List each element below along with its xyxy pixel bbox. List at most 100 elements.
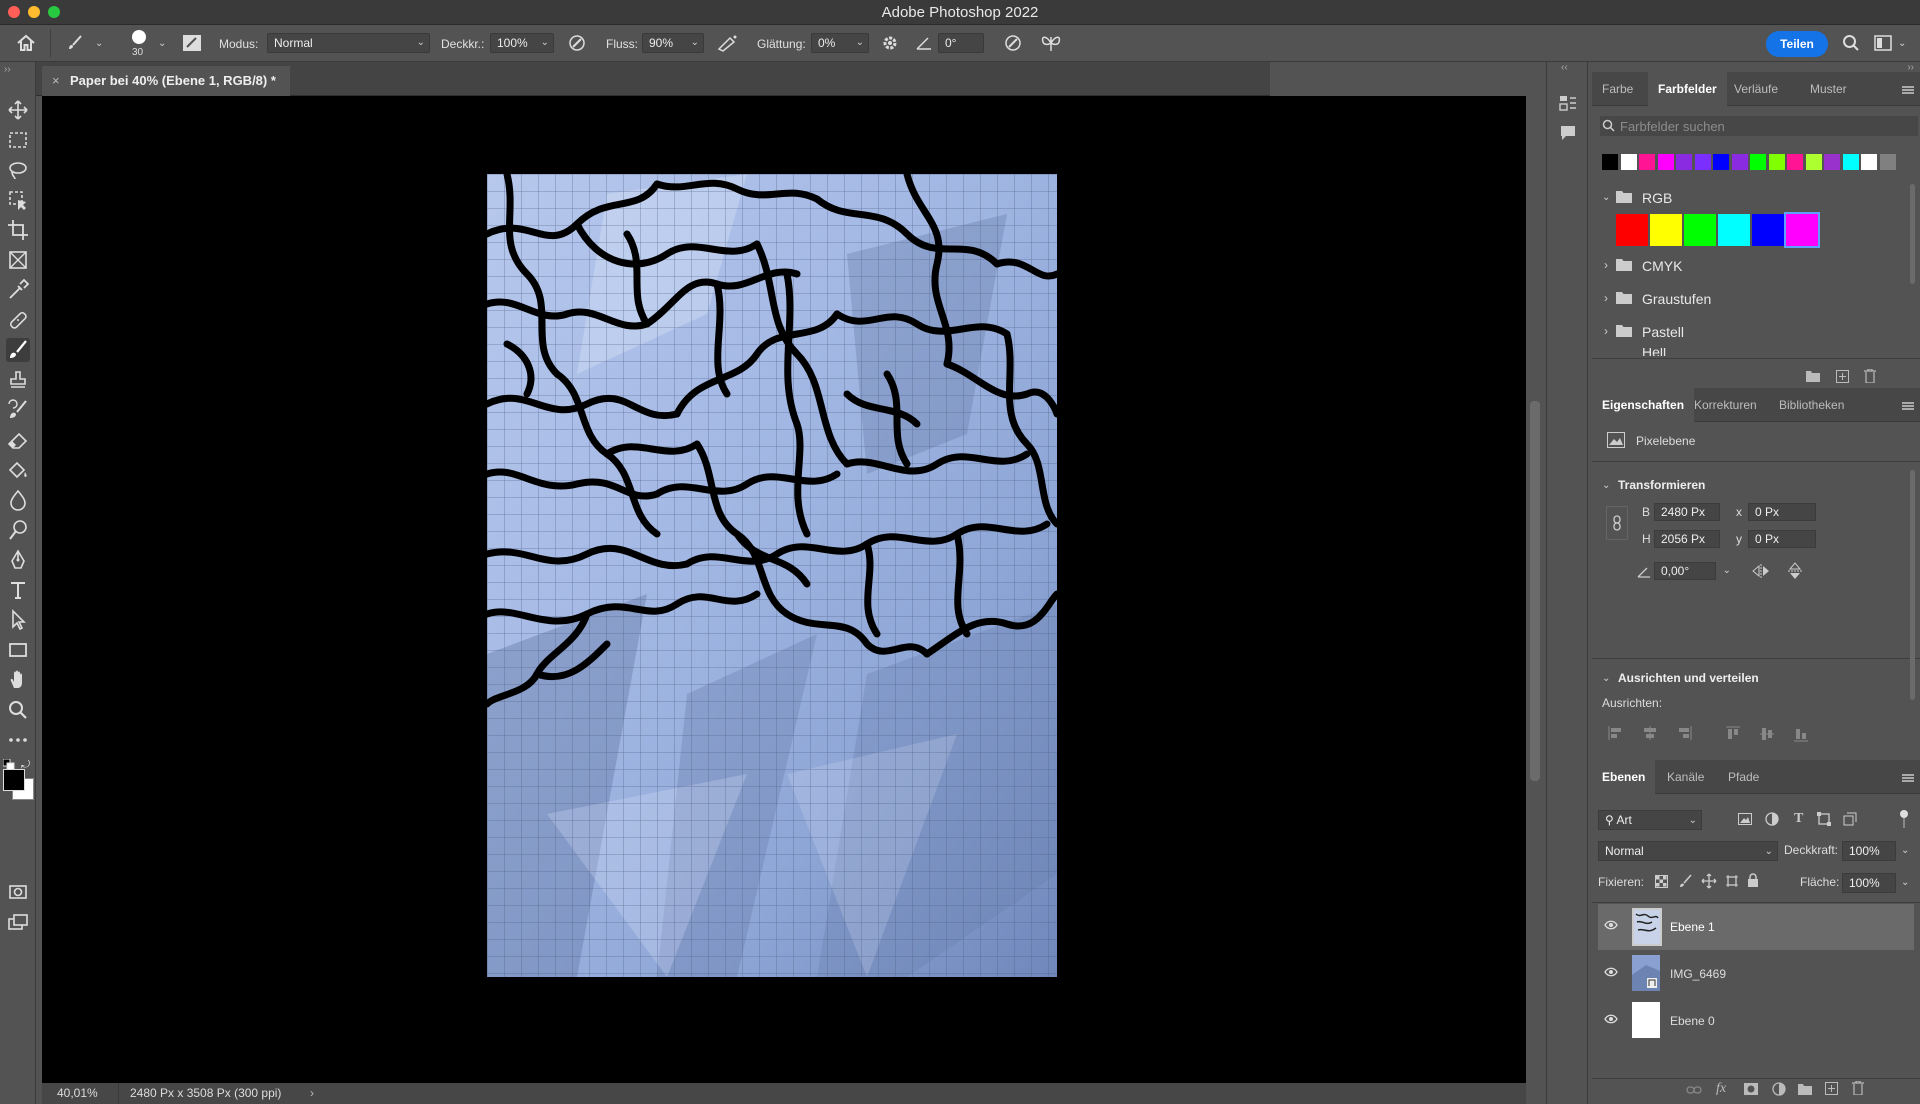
lock-position-icon[interactable] [1701,873,1717,889]
flow-field[interactable]: 90% ⌄ [642,33,704,53]
swatch-group-cmyk[interactable]: › CMYK [1592,252,1907,280]
lock-all-icon[interactable] [1747,873,1759,888]
color-swatch[interactable] [1657,154,1674,170]
add-mask-icon[interactable] [1744,1083,1758,1095]
layer-row[interactable]: Ebene 1 [1598,904,1914,950]
filter-adjustment-icon[interactable] [1765,812,1779,826]
delete-icon[interactable] [1864,369,1876,383]
canvas-area[interactable] [42,96,1540,1094]
swatch-group-pastel[interactable]: › Pastell [1592,318,1907,346]
delete-icon[interactable] [1852,1081,1864,1095]
color-swatch[interactable] [1787,154,1803,170]
swatch-group-rgb[interactable]: ⌄ RGB [1592,184,1907,212]
panel-menu-icon[interactable] [1902,86,1914,94]
airbrush-icon[interactable] [716,34,738,52]
dodge-tool-icon[interactable] [6,518,30,542]
move-tool-icon[interactable] [6,98,30,122]
pressure-size-icon[interactable] [1004,34,1022,52]
properties-scrollbar[interactable] [1910,470,1915,700]
tab-libraries[interactable]: Bibliotheken [1779,388,1844,422]
new-layer-icon[interactable] [1825,1082,1838,1095]
eraser-tool-icon[interactable] [6,428,30,452]
brush-size-preview[interactable] [132,30,146,44]
opacity-field[interactable]: 100% ⌄ [490,33,554,53]
layer-row[interactable]: IMG_6469 [1598,951,1914,997]
gear-icon[interactable] [881,34,899,52]
chevron-down-icon[interactable]: ⌄ [1901,845,1909,856]
home-icon[interactable] [16,34,36,52]
flip-vertical-icon[interactable] [1788,562,1802,580]
panel-menu-icon[interactable] [1902,402,1914,410]
tab-color[interactable]: Farbe [1602,72,1633,106]
color-swatch[interactable] [1616,214,1648,246]
brush-tool-icon[interactable] [6,338,30,362]
type-tool-icon[interactable] [6,578,30,602]
blur-tool-icon[interactable] [6,488,30,512]
chevron-down-icon[interactable]: ⌄ [95,38,103,49]
chevron-right-icon[interactable]: › [1604,291,1608,305]
lock-pixels-icon[interactable] [1679,874,1693,888]
chevron-right-icon[interactable]: › [1604,258,1608,272]
crop-tool-icon[interactable] [6,218,30,242]
align-center-horizontal-icon[interactable] [1642,726,1658,740]
color-swatch[interactable] [1676,154,1692,170]
zoom-tool-icon[interactable] [6,698,30,722]
link-layers-icon[interactable] [1686,1085,1702,1095]
brush-settings-icon[interactable] [182,34,202,52]
filter-toggle[interactable] [1896,810,1910,830]
hand-tool-icon[interactable] [6,668,30,692]
lasso-tool-icon[interactable] [6,158,30,182]
vertical-scrollbar[interactable] [1530,401,1540,781]
rotation-field[interactable]: 0,00° ⌄ [1654,562,1731,580]
history-brush-tool-icon[interactable] [6,398,30,422]
collapse-icon[interactable]: ›› [4,64,11,75]
pen-tool-icon[interactable] [6,548,30,572]
filter-smart-object-icon[interactable] [1843,812,1857,826]
collapse-panels-icon[interactable]: ›› [1592,62,1920,73]
align-top-icon[interactable] [1726,726,1740,742]
chevron-down-icon[interactable]: ⌄ [1602,480,1610,491]
layer-filter-select[interactable]: ⚲ Art ⌄ [1598,810,1702,830]
quick-mask-icon[interactable] [6,880,30,904]
align-right-icon[interactable] [1676,726,1692,740]
comments-icon[interactable] [1559,124,1577,142]
tab-gradients[interactable]: Verläufe [1734,72,1778,106]
screen-mode-icon[interactable] [6,910,30,934]
align-middle-vertical-icon[interactable] [1760,726,1774,742]
color-swatch[interactable] [1650,214,1682,246]
color-swatch[interactable] [1784,212,1820,248]
color-swatch[interactable] [1713,154,1729,170]
swatch-group-grayscale[interactable]: › Graustufen [1592,285,1907,313]
document-tab[interactable]: × Paper bei 40% (Ebene 1, RGB/8) * [42,66,290,96]
search-icon[interactable] [1842,34,1860,52]
fill-field[interactable]: 100% [1842,873,1896,893]
zoom-level[interactable]: 40,01% [57,1086,98,1100]
eye-icon[interactable] [1604,920,1618,930]
share-button[interactable]: Teilen [1766,31,1828,57]
symmetry-butterfly-icon[interactable] [1040,33,1062,53]
color-swatch[interactable] [1694,154,1711,170]
foreground-color-swatch[interactable] [3,769,25,791]
color-swatch[interactable] [1684,214,1716,246]
layer-opacity-field[interactable]: 100% [1842,841,1896,861]
fx-icon[interactable]: fx [1716,1081,1726,1097]
transform-section-title[interactable]: Transformieren [1618,478,1705,492]
workspace-icon[interactable] [1874,35,1892,51]
angle-field[interactable]: 0° [938,33,984,53]
filter-pixel-icon[interactable] [1738,813,1752,825]
chevron-right-icon[interactable]: › [310,1086,314,1100]
link-dimensions-icon[interactable] [1606,506,1628,540]
eye-icon[interactable] [1604,967,1618,977]
color-swatch[interactable] [1752,214,1784,246]
tab-properties[interactable]: Eigenschaften [1592,388,1695,422]
y-field[interactable]: 0 Px [1748,530,1816,548]
color-swatch[interactable] [1824,154,1840,170]
lock-artboard-icon[interactable] [1725,874,1739,888]
align-bottom-icon[interactable] [1794,726,1808,742]
tab-swatches[interactable]: Farbfelder [1648,72,1727,106]
color-swatch[interactable] [1861,154,1877,170]
chevron-down-icon[interactable]: ⌄ [1602,673,1610,684]
adjustments-icon[interactable] [1559,94,1577,112]
eye-icon[interactable] [1604,1014,1618,1024]
color-swatch[interactable] [1639,154,1655,170]
